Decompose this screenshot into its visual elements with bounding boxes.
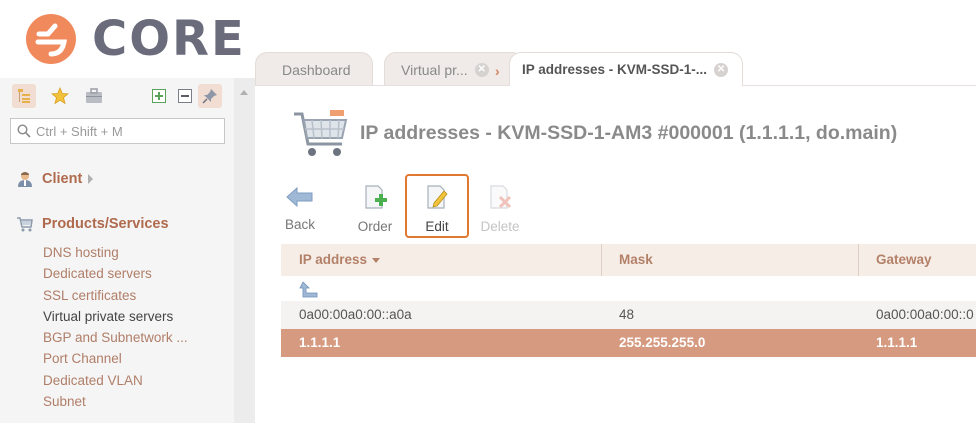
briefcase-icon [86, 88, 102, 103]
sidebar-item-dedicated-servers[interactable]: Dedicated servers [43, 263, 188, 284]
column-label: IP address [299, 252, 368, 267]
sidebar-item-dedicated-vlan[interactable]: Dedicated VLAN [43, 370, 188, 391]
order-label: Order [357, 219, 393, 234]
column-label: Gateway [876, 252, 932, 267]
back-label: Back [284, 217, 315, 232]
table-header: IP address Mask Gateway [281, 244, 976, 276]
back-arrow-icon [286, 186, 313, 208]
sidebar-item-virtual-private-servers[interactable]: Virtual private servers [43, 306, 188, 327]
logo-mark-icon [26, 14, 76, 64]
order-button[interactable]: Order [345, 174, 405, 238]
ip-address-cell: 1.1.1.1 [299, 335, 341, 350]
pin-button[interactable] [198, 84, 222, 108]
tab-dashboard[interactable]: Dashboard [255, 52, 373, 86]
delete-button[interactable]: Delete [470, 174, 530, 238]
page-title: IP addresses - KVM-SSD-1-AM3 #000001 (1.… [360, 122, 898, 144]
sidebar-item-dns-hosting[interactable]: DNS hosting [43, 242, 188, 263]
briefcase-button[interactable] [82, 84, 106, 108]
favorites-button[interactable] [48, 84, 72, 108]
sidebar-items: DNS hosting Dedicated servers SSL certif… [43, 242, 188, 412]
collapse-up-icon[interactable] [240, 90, 248, 95]
logo-text: CORE [92, 11, 246, 67]
sidebar-splitter[interactable] [234, 78, 255, 423]
tab-ip-addresses[interactable]: IP addresses - KVM-SSD-1-... ✕ [509, 52, 743, 86]
sidebar-group-products-services[interactable]: Products/Services [16, 215, 169, 233]
edit-document-icon [427, 185, 448, 209]
delete-label: Delete [480, 219, 520, 234]
sidebar-toolbar [12, 84, 224, 110]
collapse-all-button[interactable] [173, 84, 197, 108]
gateway-cell: 1.1.1.1 [876, 335, 918, 350]
mask-cell: 255.255.255.0 [619, 335, 706, 350]
close-icon[interactable]: ✕ [714, 62, 729, 77]
ip-address-table: IP address Mask Gateway 0a00:00a0:00::a0… [281, 244, 976, 357]
add-document-icon [365, 185, 387, 209]
collapse-all-icon [178, 89, 192, 103]
chevron-right-icon: › [495, 63, 500, 79]
sidebar-group-label: Client [42, 171, 83, 187]
logo: CORE [24, 8, 246, 70]
table-row[interactable]: 0a00:00a0:00::a0a 48 0a00:00a0:00::0 [281, 301, 976, 329]
sidebar: Client Products/Services DNS hosting Ded… [0, 78, 234, 423]
sidebar-item-bgp-subnetwork[interactable]: BGP and Subnetwork ... [43, 327, 188, 348]
sidebar-group-client[interactable]: Client [16, 170, 94, 188]
parent-level-row [281, 276, 976, 301]
sidebar-search[interactable] [10, 118, 225, 144]
sidebar-group-label: Products/Services [42, 216, 169, 232]
tab-virtual-private-servers[interactable]: Virtual pr... ✕ [384, 52, 524, 86]
search-input[interactable] [36, 123, 216, 139]
edit-button[interactable]: Edit [405, 174, 469, 238]
edit-label: Edit [425, 219, 449, 234]
tab-label: IP addresses - KVM-SSD-1-... [522, 62, 708, 77]
column-resize-handle[interactable] [601, 244, 602, 276]
ip-address-cell: 0a00:00a0:00::a0a [299, 307, 412, 322]
column-label: Mask [619, 252, 653, 267]
sidebar-item-ssl-certificates[interactable]: SSL certificates [43, 285, 188, 306]
tab-bar: Dashboard Virtual pr... ✕ › IP addresses… [255, 52, 976, 86]
tree-view-button[interactable] [12, 84, 36, 108]
column-header-gateway[interactable]: Gateway [876, 244, 932, 276]
level-up-icon[interactable] [299, 280, 319, 298]
cart-icon [17, 217, 33, 232]
sidebar-item-subnet[interactable]: Subnet [43, 391, 188, 412]
mask-cell: 48 [619, 307, 635, 322]
table-row-selected[interactable]: 1.1.1.1 255.255.255.0 1.1.1.1 [281, 329, 976, 357]
client-icon [18, 172, 32, 187]
sidebar-item-port-channel[interactable]: Port Channel [43, 348, 188, 369]
pin-icon [202, 89, 217, 104]
search-icon [17, 124, 31, 138]
expand-all-icon [152, 89, 166, 103]
tab-label: Dashboard [282, 61, 351, 78]
shopping-cart-icon [294, 110, 348, 156]
tab-label: Virtual pr... [401, 61, 468, 78]
chevron-right-icon [88, 174, 94, 184]
delete-document-icon [490, 185, 512, 209]
tree-icon [18, 89, 30, 103]
column-resize-handle[interactable] [858, 244, 859, 276]
gateway-cell: 0a00:00a0:00::0 [876, 307, 974, 322]
expand-all-button[interactable] [147, 84, 171, 108]
main-panel: IP addresses - KVM-SSD-1-AM3 #000001 (1.… [255, 85, 976, 423]
star-icon [51, 87, 69, 105]
back-button[interactable]: Back [270, 174, 330, 238]
column-header-ip-address[interactable]: IP address [299, 244, 381, 276]
column-header-mask[interactable]: Mask [619, 244, 653, 276]
close-icon[interactable]: ✕ [474, 62, 489, 77]
sort-descending-icon [372, 257, 381, 263]
